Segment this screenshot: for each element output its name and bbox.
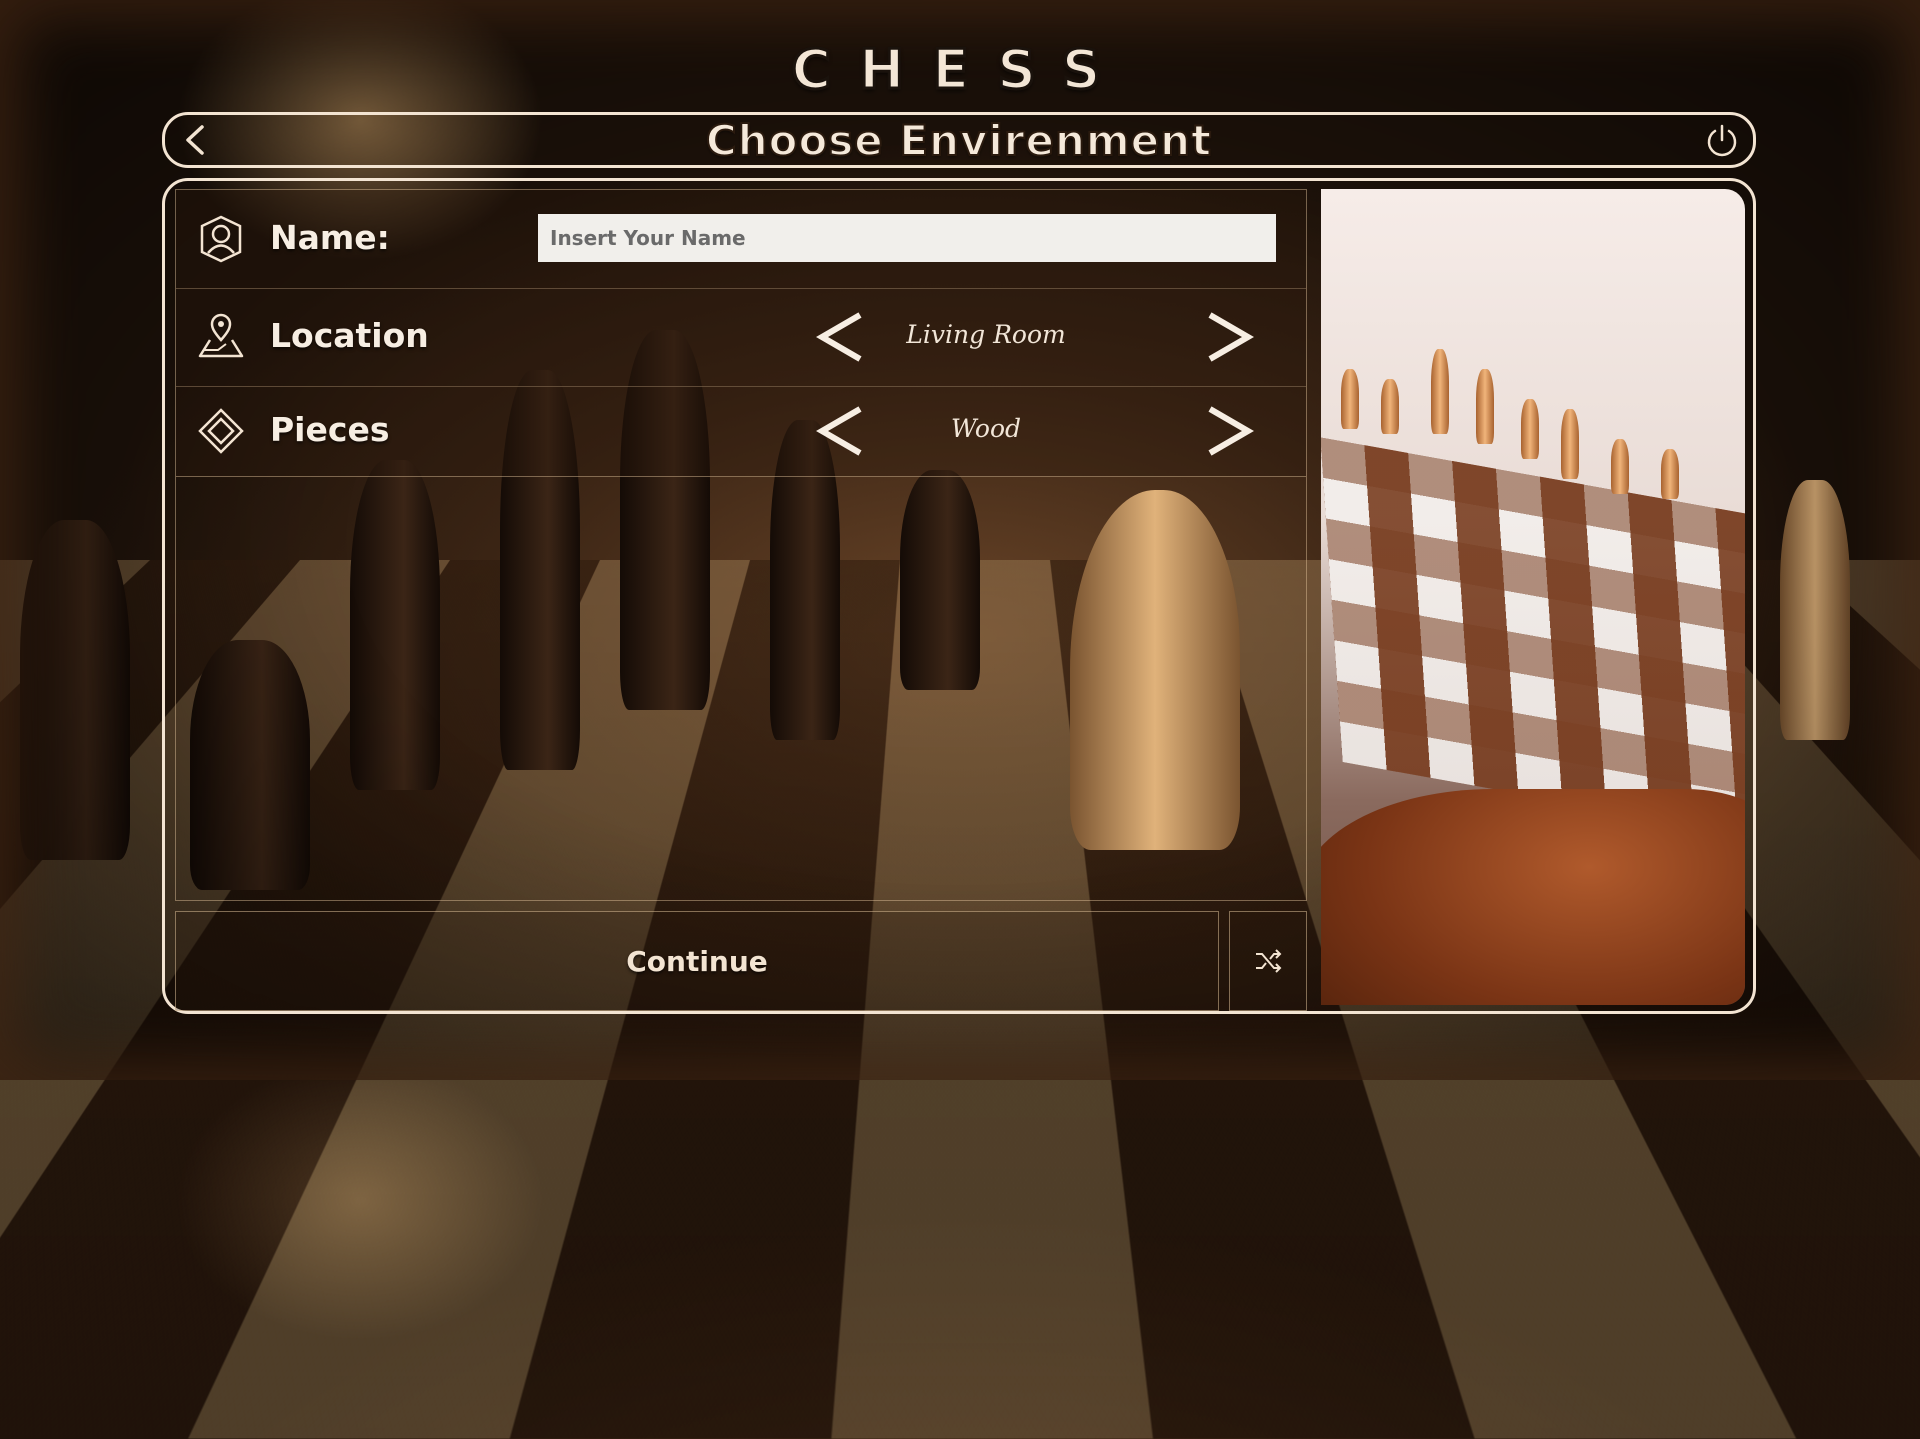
shuffle-button[interactable] <box>1229 911 1307 1011</box>
header-bar: Choose Envirenment <box>162 112 1756 168</box>
preview-piece <box>1381 379 1399 434</box>
preview-piece <box>1431 349 1449 434</box>
preview-piece <box>1476 369 1494 444</box>
name-input[interactable] <box>538 214 1276 262</box>
chevron-left-icon[interactable] <box>179 124 211 156</box>
preview-carved-frame <box>1321 789 1745 1005</box>
main-panel: Name: Location Living Room <box>162 178 1756 1014</box>
power-icon[interactable] <box>1703 122 1741 160</box>
preview-piece <box>1521 399 1539 459</box>
header-title: Choose Envirenment <box>705 115 1213 166</box>
environment-preview-image <box>1321 189 1745 1005</box>
pieces-next-button[interactable] <box>1202 403 1258 459</box>
shuffle-icon <box>1256 949 1282 973</box>
pieces-row: Pieces Wood <box>176 386 1306 477</box>
settings-form: Name: Location Living Room <box>175 189 1307 901</box>
location-next-button[interactable] <box>1202 309 1258 365</box>
name-row: Name: <box>176 190 1306 289</box>
diamond-icon <box>196 406 246 456</box>
pieces-label: Pieces <box>270 410 390 449</box>
preview-piece <box>1661 449 1679 499</box>
map-pin-icon <box>196 310 246 360</box>
preview-piece <box>1611 439 1629 494</box>
continue-label: Continue <box>626 944 768 978</box>
continue-button[interactable]: Continue <box>175 911 1219 1011</box>
preview-piece <box>1341 369 1359 429</box>
preview-piece <box>1561 409 1579 479</box>
pieces-value: Wood <box>950 414 1022 443</box>
user-icon <box>196 214 246 264</box>
preview-board-overlay <box>1321 437 1745 841</box>
game-title: CHESS <box>790 37 1129 103</box>
location-label: Location <box>270 316 429 355</box>
location-value: Living Room <box>906 320 1066 349</box>
location-row: Location Living Room <box>176 288 1306 387</box>
name-label: Name: <box>270 218 390 257</box>
